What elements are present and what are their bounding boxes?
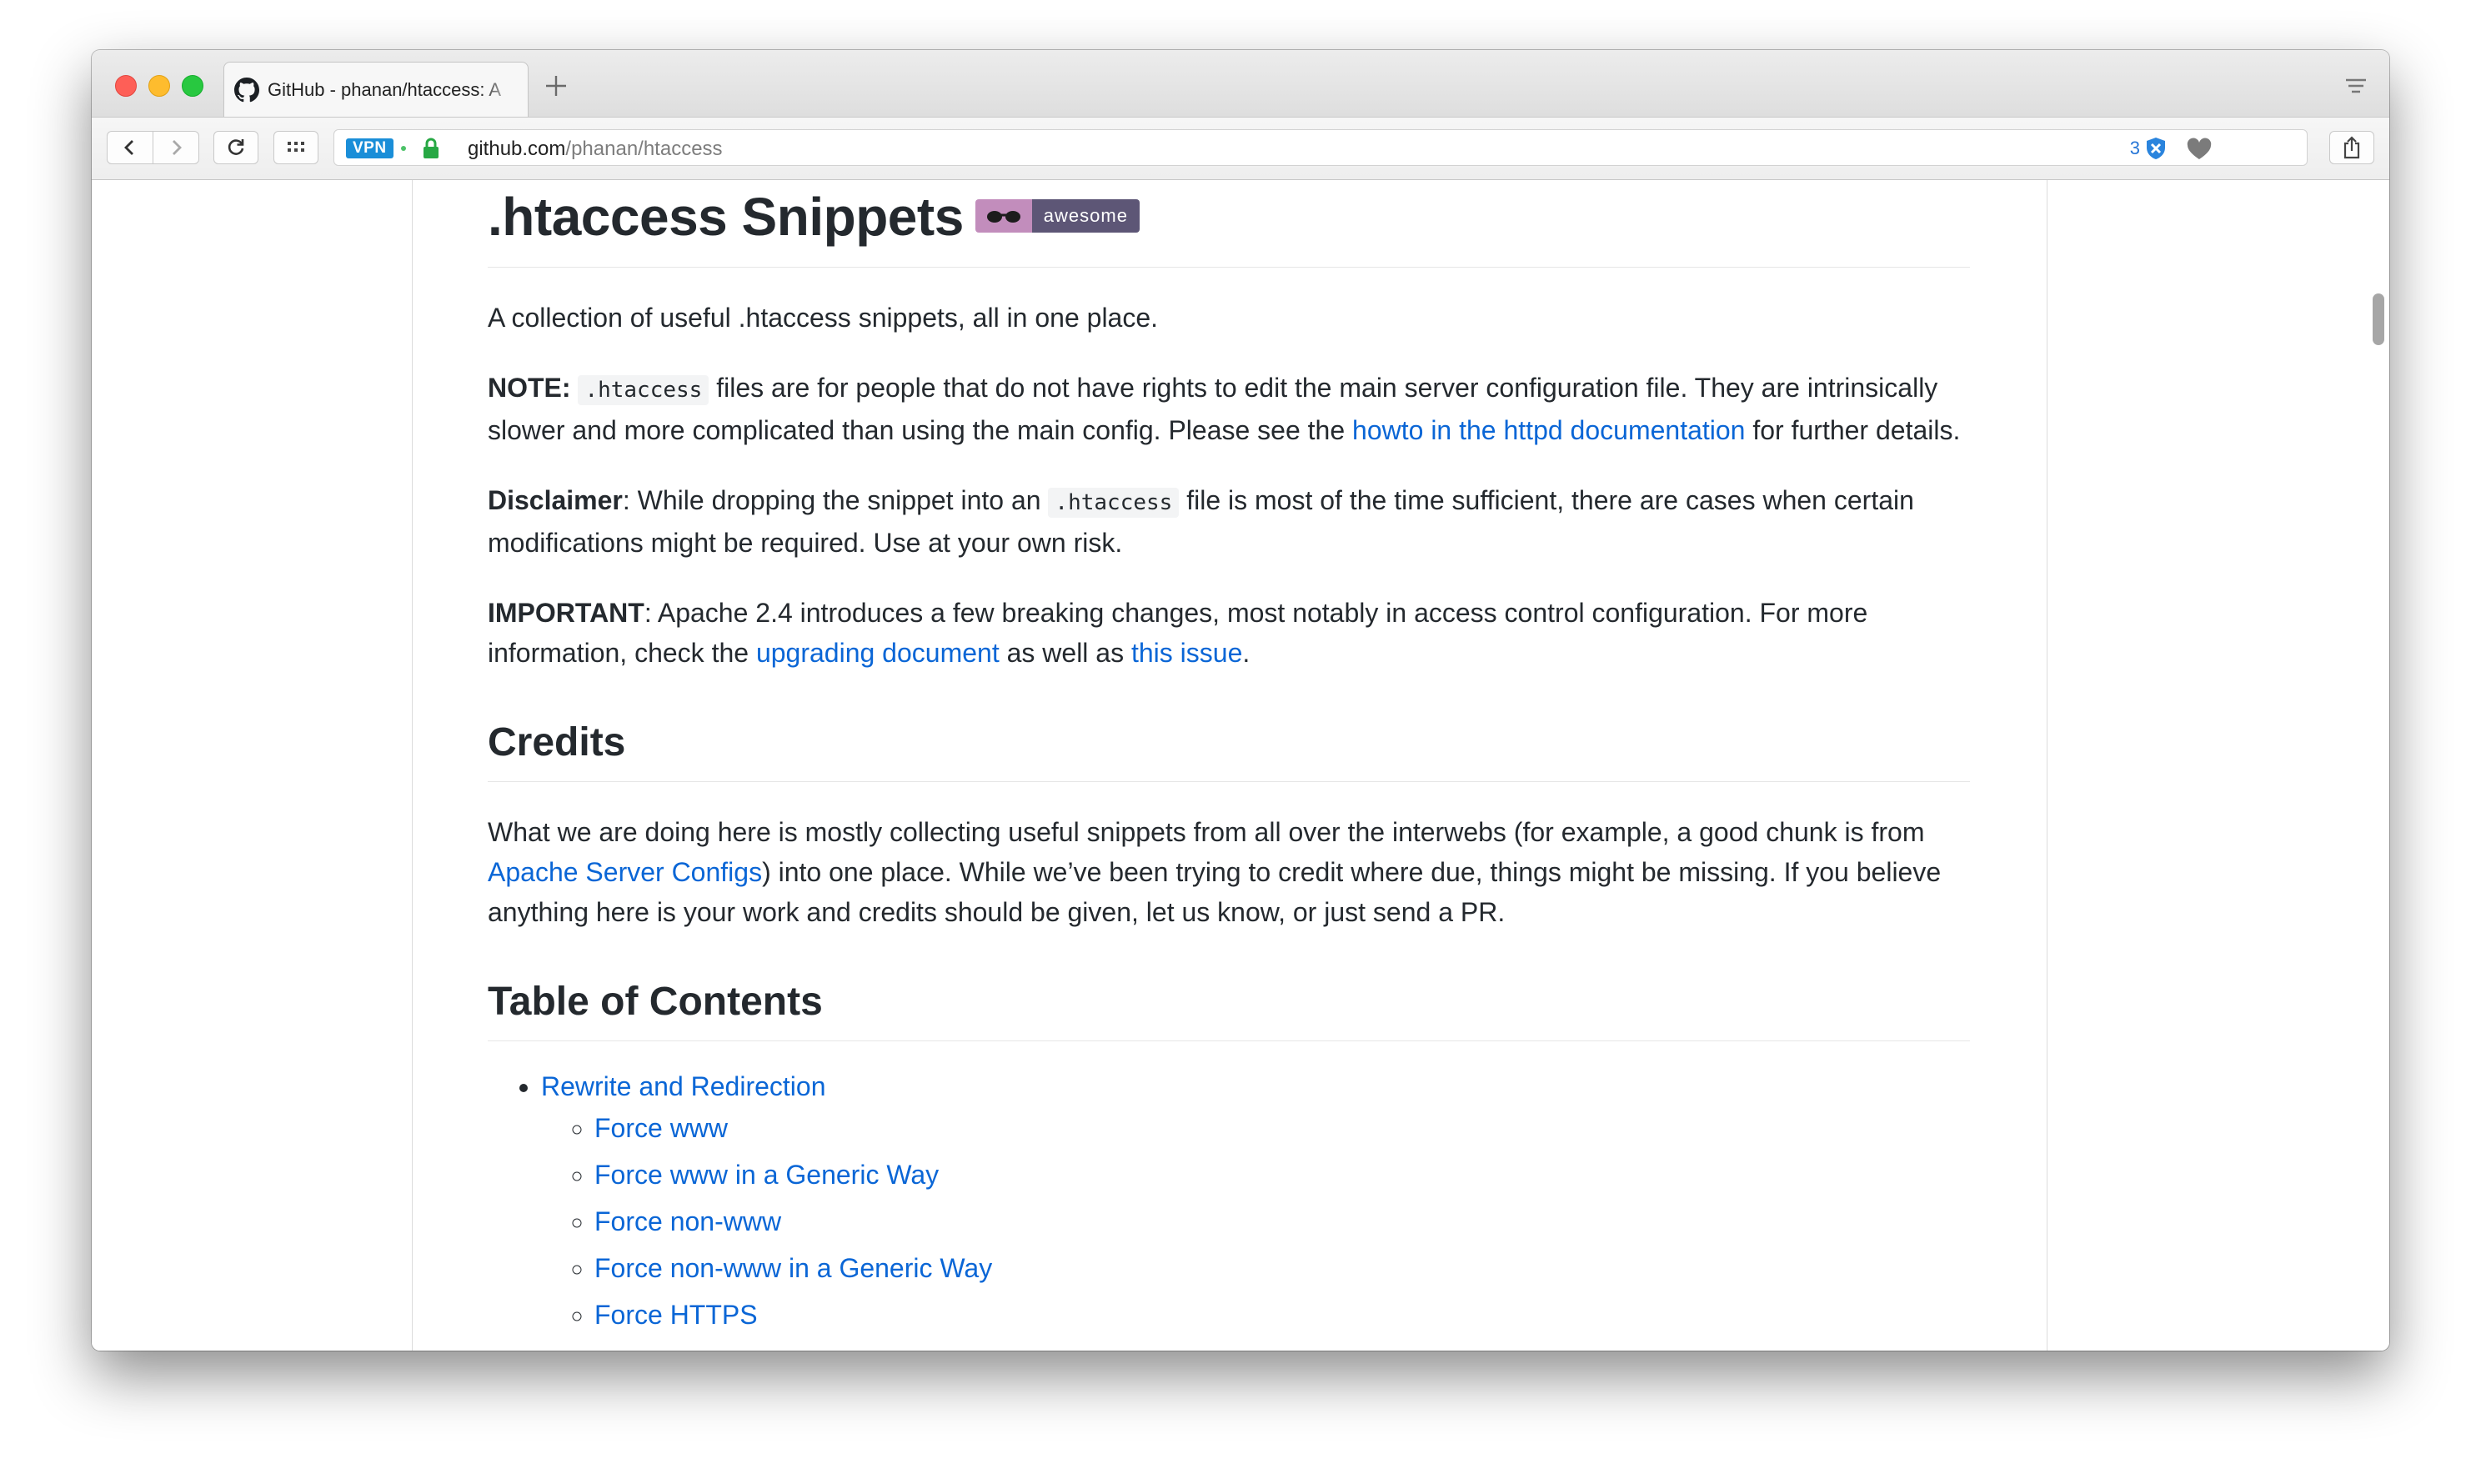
share-button[interactable] (2329, 131, 2374, 164)
heart-icon[interactable] (2185, 138, 2213, 161)
toc-item: Force www in a Generic Way (594, 1155, 1970, 1195)
toc-link-force-www[interactable]: Force www (594, 1113, 728, 1143)
new-tab-plus-icon[interactable] (542, 72, 570, 100)
toc-list: Rewrite and Redirection Force www Force … (488, 1066, 1970, 1335)
important-text-2: as well as (999, 638, 1131, 668)
toc-link-force-https[interactable]: Force HTTPS (594, 1300, 758, 1330)
github-icon (234, 77, 259, 102)
inline-code: .htaccess (578, 375, 709, 405)
zoom-window-button[interactable] (182, 75, 203, 97)
url-host: github.com (468, 138, 566, 160)
important-label: IMPORTANT (488, 598, 644, 628)
note-paragraph: NOTE: .htaccess files are for people tha… (488, 368, 1970, 450)
reload-icon (228, 139, 244, 155)
speed-dial-button[interactable] (273, 131, 318, 164)
toc-sublist: Force www Force www in a Generic Way For… (541, 1108, 1970, 1335)
apache-server-configs-link[interactable]: Apache Server Configs (488, 857, 762, 887)
toc-link-force-non-www-generic[interactable]: Force non-www in a Generic Way (594, 1253, 992, 1283)
readme-container: .htaccess Snippets awesome A collection o… (412, 180, 2047, 1351)
credits-paragraph: What we are doing here is mostly collect… (488, 812, 1970, 932)
readme-article: .htaccess Snippets awesome A collection o… (488, 180, 1970, 1335)
close-window-button[interactable] (115, 75, 137, 97)
url-text[interactable]: github.com/phanan/htaccess (468, 138, 723, 161)
important-text-3: . (1242, 638, 1251, 668)
navigation-bar: VPN github.com/phanan/htaccess 3 (92, 118, 2389, 180)
tab-title: GitHub - phanan/htaccess: A (268, 78, 502, 100)
disclaimer-paragraph: Disclaimer: While dropping the snippet i… (488, 480, 1970, 563)
disclaimer-text-1: : While dropping the snippet into an (622, 485, 1049, 515)
url-path: /phanan/htaccess (565, 138, 723, 160)
this-issue-link[interactable]: this issue (1131, 638, 1242, 668)
toc-item: Force non-www (594, 1201, 1970, 1241)
share-icon (2343, 136, 2360, 159)
note-text-2: for further details. (1745, 415, 1961, 445)
credits-heading: Credits (488, 716, 1970, 782)
toc-item: Force non-www in a Generic Way (594, 1248, 1970, 1288)
browser-window: GitHub - phanan/htaccess: A VPN github.c… (92, 50, 2389, 1351)
vpn-badge[interactable]: VPN (346, 138, 393, 158)
toc-link-force-www-generic[interactable]: Force www in a Generic Way (594, 1160, 939, 1190)
minimize-window-button[interactable] (148, 75, 170, 97)
toc-item: Force HTTPS (594, 1295, 1970, 1335)
reload-button[interactable] (213, 131, 258, 164)
address-bar[interactable]: VPN github.com/phanan/htaccess 3 (333, 129, 2308, 166)
toc-section: Rewrite and Redirection Force www Force … (541, 1066, 1970, 1335)
page-viewport[interactable]: .htaccess Snippets awesome A collection o… (92, 180, 2389, 1351)
sunglasses-icon (975, 199, 1032, 233)
upgrading-document-link[interactable]: upgrading document (756, 638, 1000, 668)
important-paragraph: IMPORTANT: Apache 2.4 introduces a few b… (488, 593, 1970, 673)
chevron-right-icon (173, 140, 182, 155)
credits-text-1: What we are doing here is mostly collect… (488, 817, 1925, 847)
disclaimer-label: Disclaimer (488, 485, 623, 515)
intro-paragraph: A collection of useful .htaccess snippet… (488, 303, 1159, 333)
extension-count: 3 (2129, 138, 2140, 158)
toc-link-force-non-www[interactable]: Force non-www (594, 1206, 781, 1236)
badge-label: awesome (1031, 199, 1140, 233)
inline-code: .htaccess (1048, 488, 1180, 518)
lock-icon[interactable] (421, 137, 441, 160)
tab-github-htaccess[interactable]: GitHub - phanan/htaccess: A (223, 62, 529, 117)
forward-button[interactable] (153, 131, 199, 164)
vpn-status-dot (401, 146, 406, 151)
toc-heading: Table of Contents (488, 975, 1970, 1041)
tab-menu-icon[interactable] (2344, 77, 2368, 98)
page-title: .htaccess Snippets awesome (488, 180, 1970, 268)
back-button[interactable] (107, 131, 153, 164)
howto-link[interactable]: howto in the httpd documentation (1352, 415, 1745, 445)
note-label: NOTE: (488, 373, 571, 403)
vertical-scrollbar[interactable] (2373, 293, 2384, 345)
toc-item: Force www (594, 1108, 1970, 1148)
adblock-shield-icon[interactable] (2145, 137, 2167, 160)
grid-icon (288, 142, 304, 152)
title-text: .htaccess Snippets (488, 187, 964, 247)
toc-link-rewrite-and-redirection[interactable]: Rewrite and Redirection (541, 1071, 826, 1101)
chevron-left-icon (124, 140, 133, 155)
tab-strip: GitHub - phanan/htaccess: A (92, 50, 2389, 118)
awesome-badge[interactable]: awesome (975, 199, 1140, 233)
